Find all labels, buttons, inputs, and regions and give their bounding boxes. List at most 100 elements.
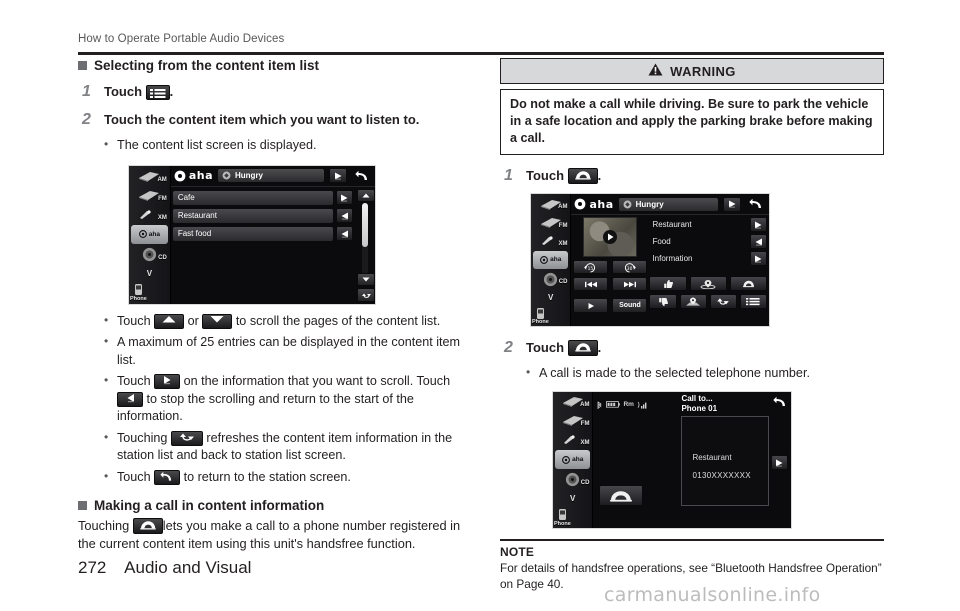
list-item-bar[interactable]: Cafe (172, 190, 333, 205)
phone-icon[interactable] (567, 340, 598, 356)
list-item-bar[interactable]: Fast food (172, 226, 333, 241)
info-row[interactable]: Restaurant (649, 217, 767, 232)
rail-label-xm: XM (157, 214, 167, 221)
page-footer: 272 Audio and Visual (78, 558, 251, 578)
scroll-forward-icon[interactable] (723, 196, 741, 212)
rail-label-am: AM (558, 204, 568, 211)
now-playing-pill[interactable]: Hungry (618, 197, 718, 211)
call-button[interactable] (599, 484, 644, 506)
rail-item-xm[interactable]: XM (553, 430, 592, 449)
rail-label-phone: Phone (130, 296, 147, 303)
rail-item-am[interactable]: AM (531, 195, 570, 213)
disc-icon (566, 472, 580, 486)
scrollbar-track[interactable] (362, 202, 368, 274)
rail-item-cd[interactable]: CD (129, 245, 170, 264)
list-icon[interactable] (145, 85, 170, 100)
signal-icon (637, 401, 647, 409)
scroll-forward-icon[interactable] (154, 374, 181, 389)
rail-item-fm[interactable]: FM (531, 213, 570, 231)
media-controls: 15 30 Sound (573, 217, 648, 324)
source-rail: AM FM XM aha CD V Phone (129, 165, 171, 304)
scroll-up-icon[interactable] (154, 313, 185, 329)
rail-item-aha[interactable]: aha (555, 450, 591, 469)
source-rail: AM FM XM aha CD V Phone (553, 391, 594, 528)
rail-item-phone[interactable]: Phone (531, 307, 570, 325)
scroll-forward-icon[interactable] (750, 217, 767, 232)
rail-item-am[interactable]: AM (129, 167, 170, 186)
scroll-forward-icon[interactable] (336, 190, 353, 205)
forward-30-icon[interactable]: 30 (612, 260, 648, 274)
function-row-1 (649, 276, 768, 291)
scroll-back-icon[interactable] (336, 226, 353, 241)
rail-item-cd[interactable]: CD (531, 270, 570, 288)
contact-name: Restaurant (692, 453, 732, 463)
rail-item-aha[interactable]: aha (131, 224, 168, 245)
svg-text:15: 15 (588, 266, 594, 272)
running-header-title: How to Operate Portable Audio Devices (78, 33, 285, 45)
return-icon[interactable] (154, 469, 181, 485)
phone-icon[interactable] (132, 518, 163, 534)
return-icon[interactable] (771, 395, 789, 410)
refresh-icon[interactable] (709, 294, 737, 309)
list-icon[interactable] (739, 294, 768, 309)
rail-item-fm[interactable]: FM (553, 411, 592, 430)
sound-button[interactable]: Sound (612, 298, 648, 313)
rail-item-fm[interactable]: FM (129, 186, 170, 205)
info-row[interactable]: Food (649, 234, 767, 249)
scroll-down-button[interactable] (357, 272, 375, 286)
bullet-refresh: Touching refreshes the content item info… (100, 429, 468, 465)
phone-icon[interactable] (567, 168, 598, 184)
rail-item-cd[interactable]: CD (553, 470, 592, 489)
rewind-15-icon[interactable]: 15 (573, 260, 609, 274)
play-overlay-icon[interactable] (603, 230, 618, 244)
map-pin-route-icon[interactable] (689, 276, 727, 291)
rail-item-xm[interactable]: XM (531, 232, 570, 250)
rail-item-phone[interactable]: Phone (553, 508, 592, 527)
return-icon[interactable] (746, 196, 766, 212)
scrollbar[interactable] (357, 188, 375, 302)
rail-item-more[interactable]: V (553, 489, 592, 508)
scroll-down-icon[interactable] (202, 313, 233, 329)
scroll-forward-icon[interactable] (771, 455, 788, 471)
thumb-up-icon[interactable] (649, 276, 687, 291)
now-playing-pill[interactable]: Hungry (218, 169, 324, 182)
scroll-forward-icon[interactable] (329, 168, 347, 183)
scroll-back-icon[interactable] (750, 234, 767, 249)
scroll-forward-icon[interactable] (750, 251, 767, 266)
right-step-2-text-after: . (597, 340, 602, 355)
previous-track-icon[interactable] (573, 277, 609, 291)
list-item[interactable]: Fast food (172, 226, 353, 241)
right-step-1: 1 Touch . (500, 167, 884, 185)
destination-icon[interactable] (679, 294, 707, 309)
phone-icon[interactable] (729, 276, 768, 291)
rail-item-am[interactable]: AM (553, 393, 592, 412)
rail-item-phone[interactable]: Phone (129, 283, 170, 302)
list-item-bar[interactable]: Restaurant (172, 208, 333, 223)
aha-disc-icon (575, 198, 586, 210)
aha-logo: aha (574, 198, 613, 211)
scrollbar-thumb[interactable] (362, 202, 368, 247)
rail-item-more[interactable]: V (531, 288, 570, 306)
source-rail: AM FM XM aha CD V Phone (531, 194, 572, 326)
thumb-down-icon[interactable] (649, 294, 677, 309)
info-row[interactable]: Information (649, 251, 767, 266)
scroll-back-icon[interactable] (336, 208, 353, 223)
scroll-back-icon[interactable] (117, 391, 143, 407)
radio-icon (139, 190, 160, 201)
list-item[interactable]: Restaurant (172, 208, 353, 223)
next-track-icon[interactable] (612, 277, 648, 291)
rail-item-aha[interactable]: aha (533, 250, 569, 270)
rail-item-xm[interactable]: XM (129, 205, 170, 224)
right-step-1-text-before: Touch (526, 168, 565, 183)
return-icon[interactable] (352, 168, 372, 184)
rail-item-more[interactable]: V (129, 264, 170, 283)
scroll-up-button[interactable] (357, 188, 375, 202)
refresh-icon[interactable] (357, 287, 375, 302)
play-icon[interactable] (573, 298, 609, 313)
section-heading-text: Selecting from the content item list (94, 58, 320, 73)
list-item[interactable]: Cafe (172, 190, 353, 205)
list-item-label: Fast food (177, 229, 212, 238)
chevron-down-icon: V (570, 493, 576, 503)
manual-page: How to Operate Portable Audio Devices Se… (0, 0, 960, 611)
refresh-icon[interactable] (170, 430, 203, 446)
